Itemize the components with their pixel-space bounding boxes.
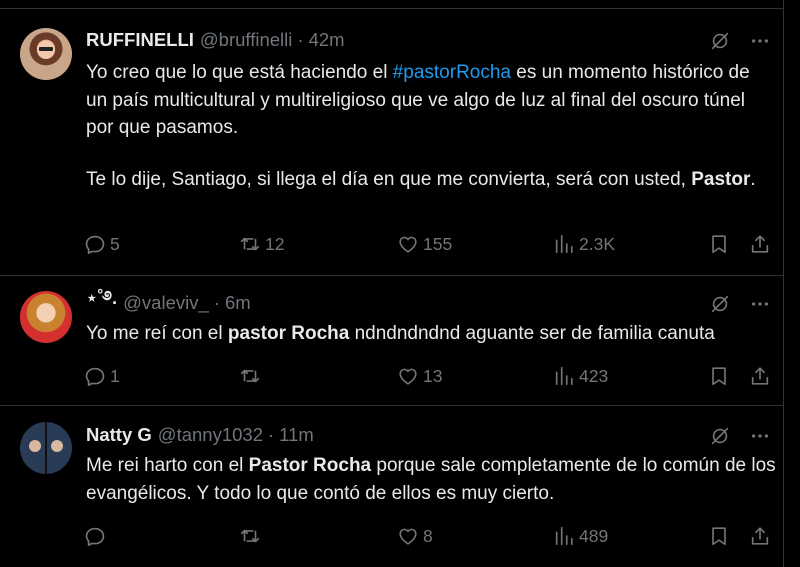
- timeline: RUFFINELLI @bruffinelli · 42m Yo creo qu…: [0, 0, 784, 567]
- more-icon[interactable]: [747, 423, 773, 449]
- share-button[interactable]: [749, 231, 771, 257]
- separator-dot: ·: [268, 424, 275, 445]
- tweet-text: Me rei harto con el Pastor Rocha porque …: [86, 452, 776, 507]
- display-name[interactable]: RUFFINELLI: [86, 29, 194, 51]
- share-button[interactable]: [749, 363, 771, 389]
- views-button[interactable]: 2.3K: [553, 231, 615, 257]
- tweet-top-actions: [707, 28, 773, 54]
- views-icon: [555, 234, 573, 254]
- views-button[interactable]: 489: [553, 523, 608, 549]
- like-icon: [399, 528, 417, 545]
- like-button[interactable]: 8: [397, 523, 433, 549]
- grok-icon[interactable]: [707, 28, 733, 54]
- tweet-paragraph: Me rei harto con el Pastor Rocha porque …: [86, 452, 776, 507]
- bookmark-icon: [712, 235, 726, 254]
- avatar[interactable]: [20, 28, 72, 80]
- repost-button[interactable]: [239, 363, 265, 389]
- bookmark-icon: [712, 527, 726, 546]
- like-count: 155: [423, 233, 453, 254]
- bookmark-button[interactable]: [708, 231, 730, 257]
- user-handle[interactable]: @tanny1032: [158, 424, 263, 446]
- tweet[interactable]: Natty G @tanny1032 · 11m Me rei harto co…: [0, 406, 783, 567]
- avatar[interactable]: [20, 422, 72, 474]
- text-segment: Me rei harto con el: [86, 455, 249, 476]
- like-icon: [399, 368, 417, 385]
- share-icon: [751, 527, 769, 545]
- views-button[interactable]: 423: [553, 363, 608, 389]
- share-button[interactable]: [749, 523, 771, 549]
- more-icon[interactable]: [747, 28, 773, 54]
- repost-button[interactable]: [239, 523, 265, 549]
- action-bar: 5 12 155 2.3K: [84, 231, 774, 257]
- bookmark-button[interactable]: [708, 523, 730, 549]
- tweet-header: RUFFINELLI @bruffinelli · 42m: [86, 29, 345, 51]
- reply-icon: [85, 527, 105, 546]
- bold-text: Pastor Rocha: [248, 455, 372, 476]
- repost-icon: [240, 529, 260, 543]
- timestamp[interactable]: 11m: [279, 424, 314, 446]
- like-count: 8: [423, 525, 433, 546]
- tweet[interactable]: RUFFINELLI @bruffinelli · 42m Yo creo qu…: [0, 8, 783, 276]
- repost-count: 12: [265, 233, 285, 254]
- repost-icon: [240, 369, 260, 383]
- action-bar: 1 13 423: [84, 363, 774, 389]
- view-count: 2.3K: [579, 233, 615, 254]
- tweet-header: Natty G @tanny1032 · 11m: [86, 424, 314, 446]
- reply-count: 5: [110, 233, 120, 254]
- action-bar: 8 489: [84, 523, 774, 549]
- user-handle[interactable]: @valeviv_: [123, 292, 209, 314]
- separator-dot: ·: [297, 29, 304, 50]
- reply-count: 1: [110, 365, 120, 386]
- repost-button[interactable]: 12: [239, 231, 284, 257]
- hashtag-link[interactable]: #pastorRocha: [393, 62, 511, 83]
- share-icon: [751, 367, 769, 385]
- reply-icon: [85, 367, 105, 386]
- grok-icon[interactable]: [707, 423, 733, 449]
- reply-button[interactable]: [84, 523, 110, 549]
- timestamp[interactable]: 6m: [225, 292, 251, 314]
- like-count: 13: [423, 365, 443, 386]
- tweet[interactable]: ⋆˚࿔. @valeviv_ · 6m Yo me reí con el pas…: [0, 275, 783, 406]
- view-count: 423: [579, 365, 609, 386]
- view-count: 489: [579, 525, 609, 546]
- tweet-header: ⋆˚࿔. @valeviv_ · 6m: [86, 287, 251, 314]
- tweet-top-actions: [707, 291, 773, 317]
- more-icon[interactable]: [747, 291, 773, 317]
- text-segment: .: [750, 168, 756, 190]
- reply-icon: [85, 235, 105, 254]
- share-icon: [751, 235, 769, 253]
- user-handle[interactable]: @bruffinelli: [200, 29, 292, 51]
- tweet-paragraph: Yo creo que lo que está haciendo el #pas…: [86, 59, 776, 142]
- bookmark-button[interactable]: [708, 363, 730, 389]
- text-segment: Te lo dije, Santiago, si llega el día en…: [86, 168, 692, 190]
- like-button[interactable]: 155: [397, 231, 452, 257]
- tweet-text: Yo creo que lo que está haciendo el #pas…: [86, 59, 776, 193]
- grok-icon[interactable]: [707, 291, 733, 317]
- repost-icon: [240, 237, 260, 251]
- separator-dot: ·: [213, 292, 220, 313]
- bold-text: Pastor: [691, 168, 751, 190]
- bookmark-icon: [712, 367, 726, 386]
- tweet-top-actions: [707, 423, 773, 449]
- bold-text: pastor Rocha: [227, 323, 350, 344]
- like-icon: [399, 236, 417, 253]
- timestamp[interactable]: 42m: [309, 29, 345, 51]
- text-segment: ndndndndnd aguante ser de familia canuta: [349, 323, 715, 344]
- text-segment: Yo me reí con el: [86, 323, 228, 344]
- reply-button[interactable]: 1: [84, 363, 120, 389]
- views-icon: [555, 366, 573, 386]
- tweet-paragraph: Te lo dije, Santiago, si llega el día en…: [86, 166, 776, 194]
- display-name[interactable]: Natty G: [86, 424, 152, 446]
- avatar[interactable]: [20, 291, 72, 343]
- tweet-text: Yo me reí con el pastor Rocha ndndndndnd…: [86, 320, 776, 348]
- reply-button[interactable]: 5: [84, 231, 120, 257]
- tweet-paragraph: Yo me reí con el pastor Rocha ndndndndnd…: [86, 320, 776, 348]
- views-icon: [555, 526, 573, 546]
- text-segment: Yo creo que lo que está haciendo el: [86, 62, 393, 83]
- like-button[interactable]: 13: [397, 363, 442, 389]
